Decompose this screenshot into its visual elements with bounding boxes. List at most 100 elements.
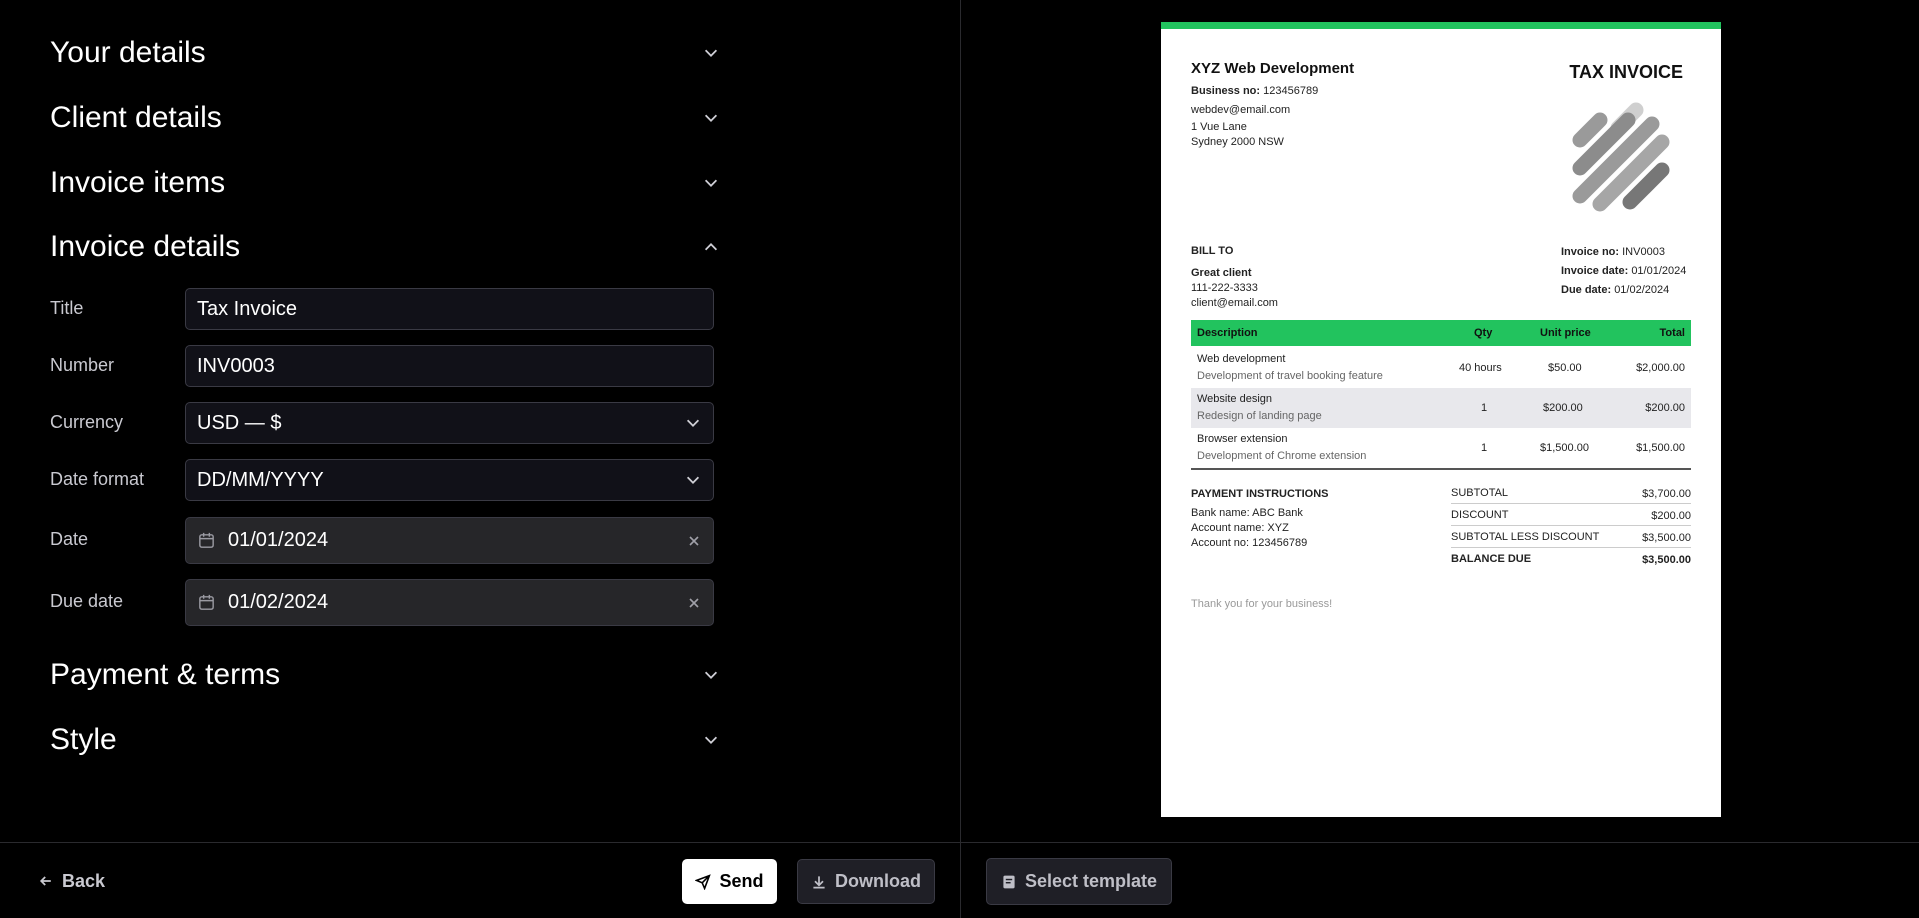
- item-desc: Redesign of landing page: [1197, 410, 1322, 422]
- item-unit-price: $1,500.00: [1540, 442, 1589, 454]
- client-phone: 111-222-3333: [1191, 282, 1258, 294]
- discount-value: $200.00: [1651, 510, 1691, 522]
- subtotal-less-discount-label: SUBTOTAL LESS DISCOUNT: [1451, 531, 1600, 543]
- totals-rule: [1451, 547, 1691, 548]
- subtotal-label: SUBTOTAL: [1451, 487, 1509, 499]
- item-unit-price: $50.00: [1548, 362, 1582, 374]
- send-icon: [695, 873, 712, 890]
- item-desc: Development of Chrome extension: [1197, 450, 1367, 462]
- invoice-date: Invoice date: 01/01/2024: [1561, 265, 1686, 277]
- section-style[interactable]: Style: [50, 715, 720, 765]
- due-date: Due date: 01/02/2024: [1561, 284, 1669, 296]
- item-name: Web development: [1197, 353, 1286, 365]
- chevron-down-icon: [704, 114, 718, 122]
- items-table-header: Description Qty Unit price Total: [1191, 320, 1691, 346]
- footer-divider: [0, 842, 1919, 843]
- accent-bar: [1161, 22, 1721, 29]
- invoice-date-value: 01/01/2024: [1631, 265, 1687, 277]
- table-row: Web development Development of travel bo…: [1191, 348, 1691, 388]
- download-button[interactable]: Download: [797, 859, 935, 904]
- col-qty: Qty: [1474, 327, 1493, 339]
- close-icon[interactable]: [686, 533, 702, 549]
- select-template-button[interactable]: Select template: [986, 858, 1172, 905]
- bill-to-label: BILL TO: [1191, 245, 1234, 257]
- item-total: $200.00: [1645, 402, 1685, 414]
- business-no: Business no: 123456789: [1191, 85, 1318, 97]
- section-your-details[interactable]: Your details: [50, 28, 720, 78]
- calendar-icon: [199, 594, 214, 610]
- section-invoice-details[interactable]: Invoice details: [50, 222, 720, 272]
- subtotal-less-discount-value: $3,500.00: [1642, 532, 1691, 544]
- balance-due-label: BALANCE DUE: [1451, 553, 1532, 565]
- account-name: Account name: XYZ: [1191, 522, 1289, 534]
- client-name: Great client: [1191, 267, 1252, 279]
- item-name: Website design: [1197, 393, 1273, 405]
- date-format-select[interactable]: DD/MM/YYYY: [185, 459, 714, 501]
- chevron-down-icon: [704, 671, 718, 679]
- number-input[interactable]: INV0003: [185, 345, 714, 387]
- business-address-1: 1 Vue Lane: [1191, 121, 1247, 133]
- chevron-down-icon: [704, 179, 718, 187]
- back-button[interactable]: Back: [38, 868, 105, 894]
- subtotal-value: $3,700.00: [1642, 488, 1691, 500]
- send-button[interactable]: Send: [682, 859, 777, 904]
- bank-name: Bank name: ABC Bank: [1191, 507, 1303, 519]
- calendar-icon: [199, 532, 214, 548]
- item-unit-price: $200.00: [1543, 402, 1583, 414]
- download-icon: [813, 875, 825, 888]
- table-row: Website design Redesign of landing page …: [1191, 388, 1691, 428]
- business-email: webdev@email.com: [1191, 104, 1291, 116]
- section-title: Invoice details: [50, 230, 241, 263]
- back-label: Back: [62, 870, 106, 891]
- balance-due-value: $3,500.00: [1642, 554, 1691, 566]
- close-icon[interactable]: [686, 595, 702, 611]
- currency-label: Currency: [50, 412, 124, 432]
- section-title: Client details: [50, 101, 222, 134]
- section-invoice-items[interactable]: Invoice items: [50, 158, 720, 208]
- invoice-form-panel: Your details Client details Invoice item…: [0, 0, 960, 842]
- totals-rule: [1451, 503, 1691, 504]
- title-value: Tax Invoice: [197, 297, 298, 320]
- section-title: Your details: [50, 36, 206, 69]
- business-no-value: 123456789: [1263, 85, 1319, 97]
- chevron-up-icon: [704, 243, 718, 251]
- invoice-title: TAX INVOICE: [1569, 62, 1683, 82]
- item-qty: 40 hours: [1459, 362, 1502, 374]
- section-title: Invoice items: [50, 166, 226, 199]
- number-value: INV0003: [197, 354, 275, 377]
- panel-divider: [960, 0, 961, 918]
- invoice-preview: XYZ Web Development Business no: 1234567…: [1161, 22, 1721, 817]
- date-format-label: Date format: [50, 469, 145, 489]
- date-format-value: DD/MM/YYYY: [197, 468, 324, 491]
- currency-select[interactable]: USD — $: [185, 402, 714, 444]
- send-label: Send: [719, 871, 764, 891]
- title-label: Title: [50, 298, 84, 318]
- due-date-value: 01/02/2024: [1614, 284, 1670, 296]
- client-email: client@email.com: [1191, 297, 1278, 309]
- col-description: Description: [1197, 327, 1258, 339]
- section-payment-terms[interactable]: Payment & terms: [50, 650, 720, 700]
- invoice-date-label: Invoice date:: [1561, 265, 1629, 277]
- due-date-label: Due date:: [1561, 284, 1612, 296]
- chevron-down-icon: [704, 49, 718, 57]
- template-icon: [1003, 875, 1015, 888]
- chevron-down-icon: [686, 419, 700, 427]
- section-title: Style: [50, 723, 117, 756]
- business-address-2: Sydney 2000 NSW: [1191, 136, 1284, 148]
- invoice-no-value: INV0003: [1622, 246, 1665, 258]
- section-client-details[interactable]: Client details: [50, 93, 720, 143]
- totals-rule: [1451, 525, 1691, 526]
- due-date-picker[interactable]: 01/02/2024: [185, 579, 714, 626]
- col-total: Total: [1659, 327, 1685, 339]
- number-label: Number: [50, 355, 115, 375]
- section-title: Payment & terms: [50, 658, 281, 691]
- item-total: $1,500.00: [1636, 442, 1685, 454]
- thank-you-note: Thank you for your business!: [1191, 598, 1333, 610]
- date-picker[interactable]: 01/01/2024: [185, 517, 714, 564]
- currency-value: USD — $: [197, 411, 282, 434]
- payment-instructions-label: PAYMENT INSTRUCTIONS: [1191, 488, 1329, 500]
- item-desc: Development of travel booking feature: [1197, 370, 1383, 382]
- item-total: $2,000.00: [1636, 362, 1685, 374]
- title-input[interactable]: Tax Invoice: [185, 288, 714, 330]
- business-name: XYZ Web Development: [1191, 60, 1355, 77]
